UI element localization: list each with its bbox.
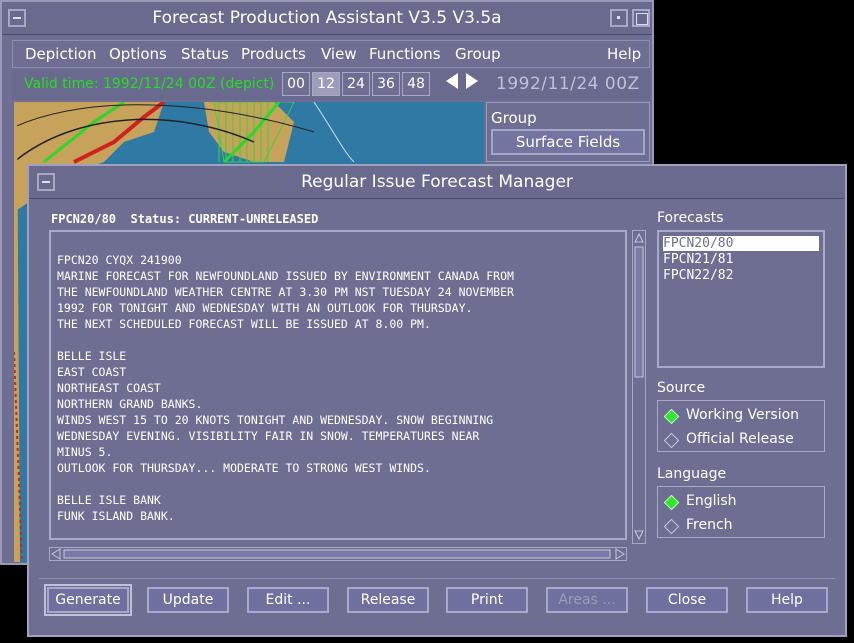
print-button[interactable]: Print — [446, 587, 528, 613]
language-option-label: French — [686, 517, 733, 533]
update-button[interactable]: Update — [147, 587, 229, 613]
front-window-title: Regular Issue Forecast Manager — [301, 172, 573, 192]
action-button-bar: Generate Update Edit ... Release Print A… — [39, 578, 835, 619]
window-menu-icon[interactable] — [37, 173, 55, 191]
front-titlebar[interactable]: Regular Issue Forecast Manager — [29, 166, 845, 199]
menu-products[interactable]: Products — [241, 45, 306, 63]
source-label: Source — [657, 380, 706, 396]
menu-options[interactable]: Options — [109, 45, 167, 63]
forecasts-list[interactable]: FPCN20/80 FPCN21/81 FPCN22/82 — [657, 230, 825, 368]
hour-button-24[interactable]: 24 — [342, 72, 370, 96]
forecast-item-fpcn20[interactable]: FPCN20/80 — [663, 236, 819, 251]
radio-selected-icon — [663, 494, 680, 511]
group-label: Group — [491, 109, 537, 127]
language-label: Language — [657, 466, 727, 482]
vertical-scrollbar-graphic — [634, 232, 644, 541]
source-option-label: Official Release — [686, 431, 794, 447]
forecast-manager-window: Regular Issue Forecast Manager FPCN20/80… — [27, 164, 847, 637]
radio-selected-icon — [663, 408, 680, 425]
group-panel: Group Surface Fields — [486, 102, 650, 162]
back-titlebar[interactable]: Forecast Production Assistant V3.5 V3.5a — [2, 2, 652, 35]
valid-time-label: Valid time: 1992/11/24 00Z (depict) — [24, 76, 275, 92]
generate-button[interactable]: Generate — [44, 584, 132, 616]
menu-help[interactable]: Help — [607, 45, 641, 63]
forecast-item-fpcn22[interactable]: FPCN22/82 — [663, 268, 819, 283]
menu-status[interactable]: Status — [181, 45, 229, 63]
step-forward-icon[interactable] — [466, 73, 478, 89]
horizontal-scrollbar[interactable] — [49, 547, 627, 561]
source-radio-group: Working Version Official Release — [657, 400, 825, 452]
maximize-icon[interactable] — [632, 9, 650, 27]
hour-button-12[interactable]: 12 — [312, 72, 340, 96]
time-toolbar: Valid time: 1992/11/24 00Z (depict) 00 1… — [12, 70, 650, 100]
language-radio-group: English French — [657, 486, 825, 538]
hour-button-36[interactable]: 36 — [372, 72, 400, 96]
date-readout: 1992/11/24 00Z — [496, 74, 640, 94]
horizontal-scrollbar-graphic — [51, 548, 625, 560]
forecast-text: FPCN20 CYQX 241900 MARINE FORECAST FOR N… — [57, 253, 514, 523]
forecasts-label: Forecasts — [657, 210, 724, 226]
window-menu-icon[interactable] — [8, 9, 26, 27]
radio-unselected-icon — [663, 432, 680, 449]
surface-fields-button[interactable]: Surface Fields — [491, 129, 645, 155]
forecast-item-fpcn21[interactable]: FPCN21/81 — [663, 252, 819, 267]
menu-view[interactable]: View — [321, 45, 357, 63]
message-status-header: FPCN20/80 Status: CURRENT-UNRELEASED — [51, 212, 319, 226]
minimize-icon[interactable] — [610, 9, 628, 27]
radio-unselected-icon — [663, 518, 680, 535]
edit-button[interactable]: Edit ... — [247, 587, 329, 613]
language-option-label: English — [686, 493, 737, 509]
areas-button: Areas ... — [546, 587, 628, 613]
back-menubar: Depiction Options Status Products View F… — [12, 40, 650, 68]
menu-functions[interactable]: Functions — [369, 45, 441, 63]
help-button[interactable]: Help — [746, 587, 828, 613]
step-back-icon[interactable] — [446, 73, 458, 89]
release-button[interactable]: Release — [347, 587, 429, 613]
hour-button-48[interactable]: 48 — [402, 72, 430, 96]
vertical-scrollbar[interactable] — [632, 230, 646, 544]
menu-depiction[interactable]: Depiction — [25, 45, 96, 63]
forecast-text-area[interactable]: FPCN20 CYQX 241900 MARINE FORECAST FOR N… — [49, 230, 627, 540]
menu-group[interactable]: Group — [455, 45, 501, 63]
back-window-title: Forecast Production Assistant V3.5 V3.5a — [152, 8, 502, 28]
hour-button-00[interactable]: 00 — [282, 72, 310, 96]
source-option-label: Working Version — [686, 407, 800, 423]
close-button[interactable]: Close — [646, 587, 728, 613]
